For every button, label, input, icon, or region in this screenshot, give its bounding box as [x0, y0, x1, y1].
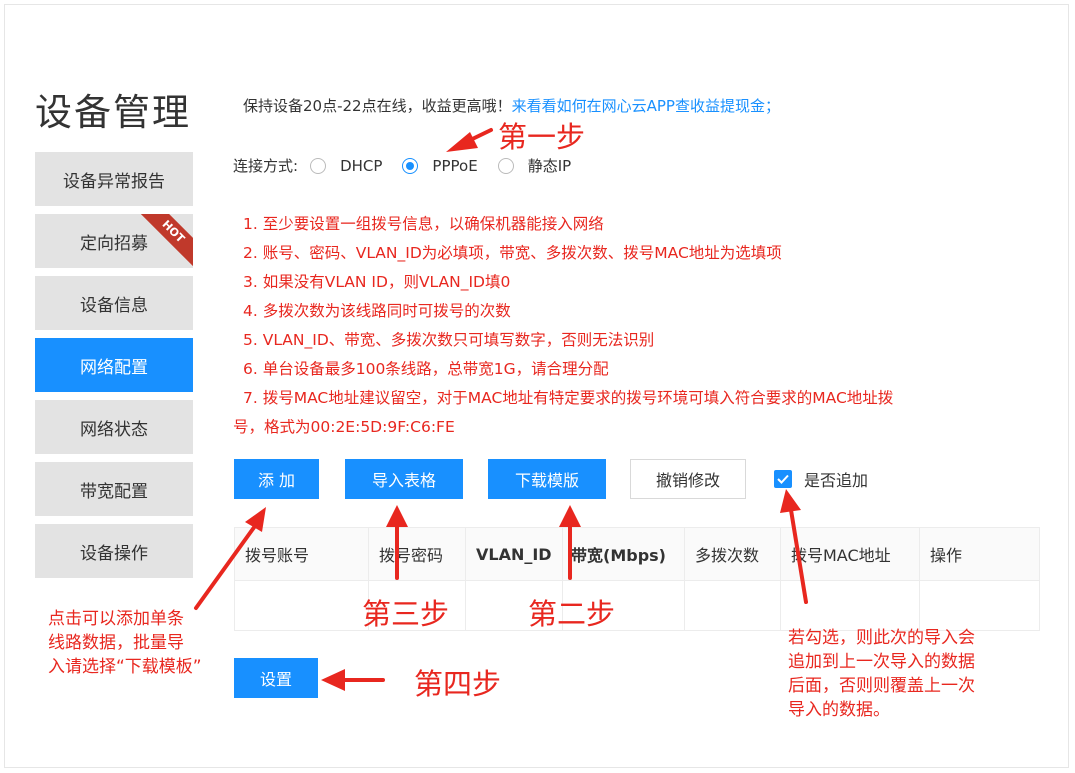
annotation-append-note: 若勾选，则此次的导入会 追加到上一次导入的数据 后面，否则则覆盖上一次 导入的数… — [788, 626, 975, 722]
annotation-line: 后面，否则则覆盖上一次 — [788, 676, 975, 696]
annotation-step2: 第二步 — [528, 597, 616, 631]
note-line: 号，格式为00:2E:5D:9F:C6:FE — [233, 418, 455, 436]
import-table-button[interactable]: 导入表格 — [345, 459, 463, 499]
add-button[interactable]: 添 加 — [234, 459, 319, 499]
annotation-step1: 第一步 — [498, 120, 586, 154]
col-header-password: 拨号密码 — [369, 528, 466, 580]
col-header-bandwidth: 带宽(Mbps) — [563, 528, 685, 580]
annotation-step4: 第四步 — [414, 667, 502, 701]
connection-method: 连接方式: DHCP PPPoE 静态IP — [233, 155, 585, 176]
radio-static-ip[interactable]: 静态IP — [497, 155, 585, 176]
sidebar-item-label: 带宽配置 — [80, 481, 148, 502]
sidebar-item-recruit[interactable]: 定向招募 HOT — [35, 214, 193, 268]
radio-circle — [402, 157, 419, 174]
set-button[interactable]: 设置 — [234, 658, 318, 698]
annotation-add-note: 点击可以添加单条 线路数据，批量导 入请选择“下载模板” — [48, 607, 202, 679]
annotation-line: 若勾选，则此次的导入会 — [788, 628, 975, 648]
revert-button[interactable]: 撤销修改 — [630, 459, 746, 499]
append-label: 是否追加 — [804, 471, 869, 490]
sidebar-item-label: 定向招募 — [80, 233, 148, 254]
annotation-line: 点击可以添加单条 — [48, 609, 184, 629]
sidebar-item-label: 网络配置 — [80, 357, 148, 378]
connection-label: 连接方式: — [233, 157, 299, 175]
annotation-line: 追加到上一次导入的数据 — [788, 652, 975, 672]
col-header-vlan: VLAN_ID — [466, 528, 563, 580]
note-line: 2. 账号、密码、VLAN_ID为必填项，带宽、多拨次数、拨号MAC地址为选填项 — [243, 244, 782, 262]
note-line: 5. VLAN_ID、带宽、多拨次数只可填写数字，否则无法识别 — [243, 331, 655, 349]
append-checkbox[interactable]: 是否追加 — [774, 467, 868, 491]
col-header-multi-dial: 多拨次数 — [685, 528, 781, 580]
page-title: 设备管理 — [35, 91, 191, 134]
radio-circle — [310, 157, 327, 174]
col-header-action: 操作 — [930, 546, 963, 565]
promo-link[interactable]: 来看看如何在网心云APP查收益提现金； — [512, 97, 780, 115]
note-line: 7. 拨号MAC地址建议留空，对于MAC地址有特定要求的拨号环境可填入符合要求的… — [243, 389, 894, 407]
radio-label: PPPoE — [432, 156, 478, 175]
annotation-line: 入请选择“下载模板” — [48, 657, 202, 677]
table-cell — [235, 580, 369, 631]
download-template-button[interactable]: 下载模版 — [488, 459, 606, 499]
sidebar-item-device-info[interactable]: 设备信息 — [35, 276, 193, 330]
note-line: 6. 单台设备最多100条线路，总带宽1G，请合理分配 — [243, 360, 609, 378]
col-header-mac: 拨号MAC地址 — [781, 528, 920, 580]
sidebar-item-label: 设备操作 — [80, 543, 148, 564]
checkbox-checked-icon — [774, 470, 792, 488]
sidebar-item-label: 设备信息 — [80, 295, 148, 316]
sidebar-item-label: 网络状态 — [80, 419, 148, 440]
radio-label: 静态IP — [527, 157, 572, 175]
note-line: 1. 至少要设置一组拨号信息，以确保机器能接入网络 — [243, 215, 604, 233]
annotation-step3: 第三步 — [362, 597, 450, 631]
sidebar-item-device-operation[interactable]: 设备操作 — [35, 524, 193, 578]
sidebar-item-network-config[interactable]: 网络配置 — [35, 338, 193, 392]
sidebar-item-device-report[interactable]: 设备异常报告 — [35, 152, 193, 206]
sidebar-item-bandwidth-config[interactable]: 带宽配置 — [35, 462, 193, 516]
note-line: 4. 多拨次数为该线路同时可拨号的次数 — [243, 302, 511, 320]
promo-text: 保持设备20点-22点在线，收益更高哦！ — [243, 97, 512, 115]
promo-banner: 保持设备20点-22点在线，收益更高哦！来看看如何在网心云APP查收益提现金； — [243, 95, 780, 116]
col-header-account: 拨号账号 — [235, 528, 369, 580]
radio-dhcp[interactable]: DHCP — [310, 157, 396, 175]
radio-label: DHCP — [340, 156, 383, 175]
radio-circle — [497, 157, 514, 174]
dial-table: 拨号账号 拨号密码 VLAN_ID 带宽(Mbps) 多拨次数 拨号MAC地址 … — [234, 527, 1040, 631]
sidebar-item-label: 设备异常报告 — [63, 171, 165, 192]
annotation-line: 导入的数据。 — [788, 700, 890, 720]
note-line: 3. 如果没有VLAN ID，则VLAN_ID填0 — [243, 273, 511, 291]
annotation-line: 线路数据，批量导 — [48, 633, 184, 653]
table-header: 拨号账号 拨号密码 VLAN_ID 带宽(Mbps) 多拨次数 拨号MAC地址 … — [235, 528, 1039, 581]
table-cell — [781, 580, 920, 631]
radio-pppoe[interactable]: PPPoE — [402, 157, 491, 175]
table-cell — [685, 580, 781, 631]
sidebar-item-network-status[interactable]: 网络状态 — [35, 400, 193, 454]
